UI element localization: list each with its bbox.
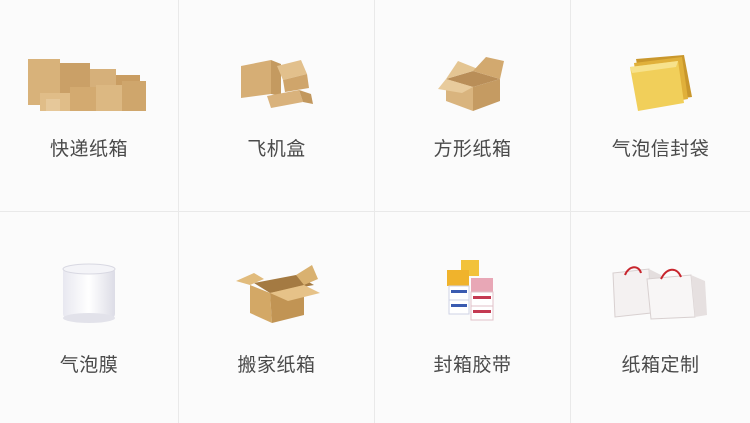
category-label: 封箱胶带 (433, 354, 512, 376)
category-label: 气泡膜 (59, 354, 119, 376)
category-bubble-wrap[interactable]: 气泡膜 (0, 212, 179, 423)
category-label: 方形纸箱 (433, 138, 512, 160)
packing-tape-icon (408, 248, 538, 338)
category-label: 搬家纸箱 (237, 354, 316, 376)
moving-box-icon (212, 248, 342, 338)
category-packing-tape[interactable]: 封箱胶带 (375, 212, 571, 423)
category-label: 飞机盒 (247, 138, 306, 160)
category-custom-carton[interactable]: 纸箱定制 (571, 212, 750, 423)
bubble-envelope-icon (596, 38, 726, 128)
category-grid: 快递纸箱 飞机盒 方形纸箱 气泡信封袋 气泡膜 搬家纸箱 封箱胶带 纸箱定制 (0, 0, 750, 423)
category-label: 快递纸箱 (49, 138, 128, 160)
category-bubble-envelope[interactable]: 气泡信封袋 (571, 0, 750, 212)
category-airplane-box[interactable]: 飞机盒 (179, 0, 375, 212)
bubble-wrap-roll-icon (24, 248, 154, 338)
category-label: 气泡信封袋 (611, 138, 710, 160)
category-square-carton[interactable]: 方形纸箱 (375, 0, 571, 212)
category-express-carton[interactable]: 快递纸箱 (0, 0, 179, 212)
category-label: 纸箱定制 (621, 354, 700, 376)
corrugated-boxes-icon (24, 38, 154, 128)
airplane-box-icon (212, 38, 342, 128)
square-carton-icon (408, 38, 538, 128)
custom-gift-box-icon (596, 248, 726, 338)
category-moving-carton[interactable]: 搬家纸箱 (179, 212, 375, 423)
